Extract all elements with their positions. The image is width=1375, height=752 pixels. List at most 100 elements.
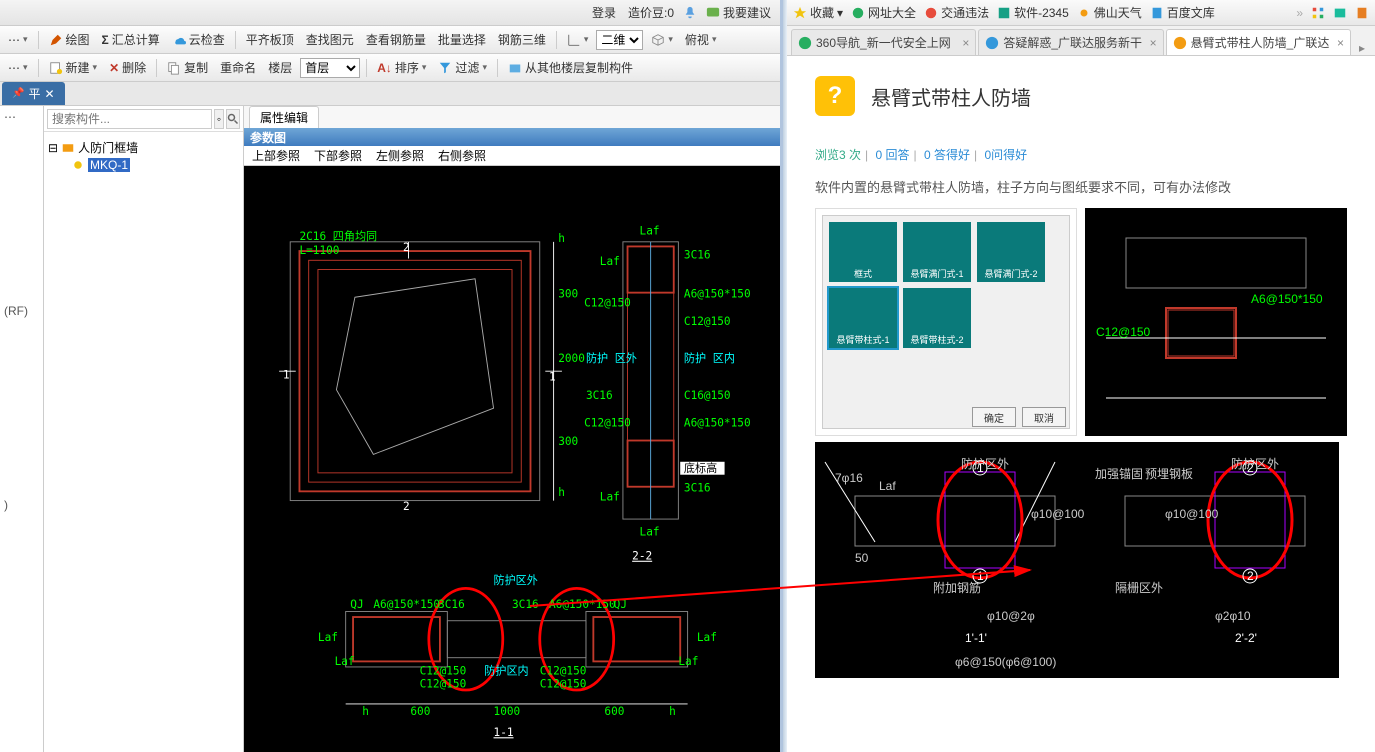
attachment-cad-2[interactable]: 1 1 7φ16 Laf φ10@100 50 1'-1' 防护区外 加强锚固 …: [815, 442, 1339, 678]
grid-icon[interactable]: [1311, 6, 1325, 20]
module-menu[interactable]: ⋯ ▾: [4, 31, 32, 49]
note-icon[interactable]: [1355, 6, 1369, 20]
svg-text:2: 2: [1247, 569, 1254, 583]
tree-item-mkq1[interactable]: MKQ-1: [48, 157, 239, 173]
axis-btn[interactable]: ▾: [563, 31, 593, 49]
left-tab-strip: 📌平 ✕: [0, 82, 780, 106]
fav-weather[interactable]: 佛山天气: [1077, 4, 1142, 21]
fav-traffic[interactable]: 交通违法: [924, 4, 989, 21]
search-row: ◦: [44, 106, 243, 132]
close-icon[interactable]: ×: [1150, 36, 1157, 50]
suggest-link[interactable]: 我要建议: [703, 4, 774, 21]
sort-btn[interactable]: A↓ 排序▾: [373, 57, 430, 78]
cube-btn[interactable]: ▾: [647, 31, 677, 49]
fav-wz[interactable]: 网址大全: [851, 4, 916, 21]
svg-text:7φ16: 7φ16: [835, 471, 863, 485]
svg-text:1000: 1000: [494, 705, 521, 718]
svg-text:预埋钢板: 预埋钢板: [1145, 467, 1193, 481]
tri-btn[interactable]: 钢筋三维: [494, 29, 550, 50]
svg-text:h: h: [558, 486, 565, 499]
tab-plan[interactable]: 📌平 ✕: [2, 82, 65, 105]
sum-btn[interactable]: Σ 汇总计算: [98, 29, 164, 50]
svg-text:QJ: QJ: [350, 598, 363, 611]
mail-icon[interactable]: [1333, 6, 1347, 20]
cloud-check-btn[interactable]: 云检查: [168, 29, 229, 50]
overflow-icon[interactable]: »: [1296, 6, 1303, 20]
svg-text:1-1: 1-1: [494, 726, 514, 739]
sun-icon: [1077, 6, 1091, 20]
copy-btn[interactable]: 复制: [163, 57, 212, 78]
svg-text:600: 600: [604, 705, 624, 718]
tab-faq[interactable]: 答疑解惑_广联达服务新干×: [978, 29, 1163, 55]
cube-icon: [651, 33, 665, 47]
bell-icon[interactable]: [683, 6, 697, 20]
copy-icon: [167, 61, 181, 75]
view-select[interactable]: 二维: [596, 30, 643, 50]
svg-text:1: 1: [283, 369, 290, 382]
draw-btn[interactable]: 绘图: [45, 29, 94, 50]
delete-btn[interactable]: ✕ 删除: [105, 57, 150, 78]
svg-text:600: 600: [410, 705, 430, 718]
attachment-dialog[interactable]: 框式 悬臂满门式-1 悬臂满门式-2 悬臂带柱式-1 悬臂带柱式-2 确定 取消: [815, 208, 1077, 436]
svg-text:h: h: [362, 705, 369, 718]
login-link[interactable]: 登录: [589, 4, 619, 21]
close-icon[interactable]: ×: [1337, 36, 1344, 50]
filter-btn[interactable]: 过滤▾: [434, 57, 491, 78]
good-ans-link[interactable]: 0 答得好: [924, 148, 970, 162]
svg-text:C12@150: C12@150: [420, 664, 467, 677]
fav-collect[interactable]: 收藏 ▾: [793, 4, 843, 21]
svg-text:C12@150: C12@150: [540, 677, 587, 690]
svg-text:防护 区外: 防护 区外: [586, 351, 637, 365]
magnify-icon: [227, 113, 239, 125]
search-input[interactable]: [47, 109, 212, 129]
batch-btn[interactable]: 批量选择: [434, 29, 490, 50]
component-tree-panel: ◦ ⊟ 人防门框墙 MKQ-1: [44, 106, 244, 752]
pin-icon: 📌: [12, 88, 24, 99]
component-toolbar: ⋯ ▾ 新建▾ ✕ 删除 复制 重命名 楼层 首层 A↓ 排序▾ 过滤▾ 从其他…: [0, 54, 780, 82]
tab-current[interactable]: 悬臂式带柱人防墙_广联达×: [1166, 29, 1351, 55]
close-icon[interactable]: ✕: [44, 87, 54, 101]
bookmark-bar: 收藏 ▾ 网址大全 交通违法 软件-2345 佛山天气 百度文库 »: [787, 0, 1375, 26]
svg-text:防护区外: 防护区外: [961, 456, 1009, 471]
overlook-btn[interactable]: 俯视▾: [681, 29, 721, 50]
new-btn[interactable]: 新建▾: [45, 57, 102, 78]
rename-btn[interactable]: 重命名: [216, 57, 260, 78]
coin-count: 造价豆:0: [625, 4, 677, 21]
floor-select[interactable]: 首层: [300, 58, 360, 78]
cad-viewport[interactable]: 2C16 四角均同 L=1100 2 1 1 2 300 2000 300: [244, 166, 780, 752]
module-menu-2[interactable]: ⋯ ▾: [4, 59, 32, 77]
search-clear-btn[interactable]: ◦: [214, 109, 224, 129]
search-go-btn[interactable]: [226, 109, 240, 129]
good-q-link[interactable]: 0问得好: [984, 148, 1027, 162]
svg-text:底标高: 底标高: [684, 461, 717, 475]
copy-from-btn[interactable]: 从其他楼层复制构件: [504, 57, 637, 78]
warn-icon: [924, 6, 938, 20]
attachment-cad-1[interactable]: C12@150 A6@150*150: [1085, 208, 1347, 436]
browser-tabs: 360导航_新一代安全上网× 答疑解惑_广联达服务新干× 悬臂式带柱人防墙_广联…: [787, 26, 1375, 56]
answers-link[interactable]: 0 回答: [875, 148, 909, 162]
rebar-btn[interactable]: 查看钢筋量: [362, 29, 430, 50]
ref-right[interactable]: 右侧参照: [438, 147, 486, 164]
svg-text:1: 1: [549, 370, 556, 383]
tab-property[interactable]: 属性编辑: [249, 106, 319, 128]
tab-360[interactable]: 360导航_新一代安全上网×: [791, 29, 976, 55]
svg-text:300: 300: [558, 435, 578, 448]
cad-application: 登录 造价豆:0 我要建议 ⋯ ▾ 绘图 Σ 汇总计算 云检查 平齐板顶 查找图…: [0, 0, 783, 752]
flat-btn[interactable]: 平齐板顶: [242, 29, 298, 50]
ref-top[interactable]: 上部参照: [252, 147, 300, 164]
ref-left[interactable]: 左侧参照: [376, 147, 424, 164]
close-icon[interactable]: ×: [962, 36, 969, 50]
question-title: 悬臂式带柱人防墙: [871, 82, 1031, 111]
pencil-icon: [49, 33, 63, 47]
funnel-icon: [438, 61, 452, 75]
image-row-1: 框式 悬臂满门式-1 悬臂满门式-2 悬臂带柱式-1 悬臂带柱式-2 确定 取消: [815, 208, 1347, 436]
find-btn[interactable]: 查找图元: [302, 29, 358, 50]
fav-baidu[interactable]: 百度文库: [1150, 4, 1215, 21]
collapse-icon[interactable]: ⊟: [48, 141, 58, 155]
svg-text:1'-1': 1'-1': [965, 631, 987, 645]
tree-root[interactable]: ⊟ 人防门框墙: [48, 138, 239, 157]
fav-soft[interactable]: 软件-2345: [997, 4, 1069, 21]
component-tree[interactable]: ⊟ 人防门框墙 MKQ-1: [44, 132, 243, 752]
ref-bottom[interactable]: 下部参照: [314, 147, 362, 164]
new-tab-btn[interactable]: ▸: [1353, 41, 1371, 55]
